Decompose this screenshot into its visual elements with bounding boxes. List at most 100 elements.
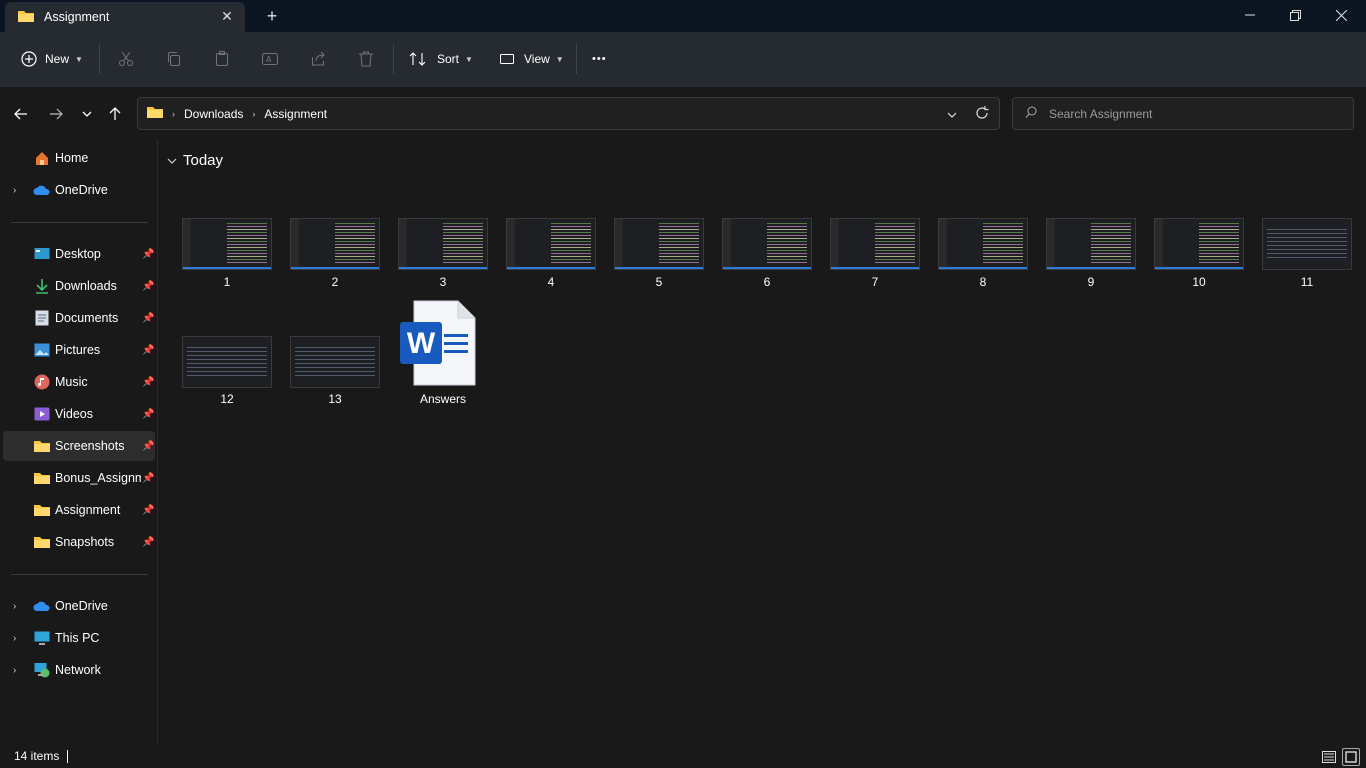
paste-button[interactable] bbox=[211, 45, 233, 73]
pin-icon[interactable]: 📌 bbox=[142, 377, 154, 388]
view-button[interactable]: View ▼ bbox=[496, 45, 564, 73]
clipboard-icon bbox=[211, 48, 233, 70]
file-item[interactable]: 11 bbox=[1257, 214, 1357, 324]
up-button[interactable] bbox=[104, 103, 126, 125]
network-icon bbox=[33, 661, 51, 679]
plus-circle-icon bbox=[18, 48, 40, 70]
sidebar-item-onedrive-bottom[interactable]: › OneDrive bbox=[3, 591, 155, 621]
file-item[interactable]: 5 bbox=[609, 214, 709, 324]
new-button[interactable]: New ▼ bbox=[18, 45, 83, 73]
new-label: New bbox=[45, 52, 70, 66]
sort-button[interactable]: Sort ▼ bbox=[407, 45, 473, 73]
folder-icon bbox=[33, 469, 51, 487]
refresh-icon[interactable] bbox=[975, 106, 989, 123]
chevron-right-icon[interactable]: › bbox=[13, 633, 16, 644]
download-icon bbox=[33, 277, 51, 295]
back-button[interactable] bbox=[10, 103, 32, 125]
tab-assignment[interactable]: Assignment ✕ bbox=[5, 2, 245, 32]
navigation-pane: Home › OneDrive Desktop 📌 Downloads 📌 Do… bbox=[0, 140, 158, 745]
new-tab-button[interactable]: + bbox=[262, 6, 282, 26]
picture-icon bbox=[33, 341, 51, 359]
sidebar-item-this-pc[interactable]: › This PC bbox=[3, 623, 155, 653]
file-item-answers[interactable]: W Answers bbox=[393, 298, 493, 408]
pin-icon[interactable]: 📌 bbox=[142, 249, 154, 260]
pin-icon[interactable]: 📌 bbox=[142, 473, 154, 484]
image-thumbnail bbox=[1262, 218, 1352, 270]
sidebar-item-network[interactable]: › Network bbox=[3, 655, 155, 685]
home-icon bbox=[33, 149, 51, 167]
sidebar-item-downloads[interactable]: Downloads 📌 bbox=[3, 271, 155, 301]
pin-icon[interactable]: 📌 bbox=[142, 281, 154, 292]
file-item[interactable]: 9 bbox=[1041, 214, 1141, 324]
file-item[interactable]: 10 bbox=[1149, 214, 1249, 324]
file-item[interactable]: 6 bbox=[717, 214, 817, 324]
recent-locations-button[interactable] bbox=[76, 103, 98, 125]
chevron-down-icon: ▼ bbox=[555, 54, 564, 64]
pin-icon[interactable]: 📌 bbox=[142, 313, 154, 324]
restore-button[interactable] bbox=[1272, 0, 1318, 30]
image-thumbnail bbox=[938, 218, 1028, 270]
sidebar-item-bonus-assignment[interactable]: Bonus_Assignment 📌 bbox=[3, 463, 155, 493]
file-name: 10 bbox=[1192, 275, 1206, 289]
sidebar-item-label: OneDrive bbox=[55, 183, 108, 197]
file-item[interactable]: 2 bbox=[285, 214, 385, 324]
sidebar-item-desktop[interactable]: Desktop 📌 bbox=[3, 239, 155, 269]
sidebar-item-home[interactable]: Home bbox=[3, 143, 155, 173]
file-item[interactable]: 13 bbox=[285, 332, 385, 442]
pin-icon[interactable]: 📌 bbox=[142, 409, 154, 420]
sidebar-item-documents[interactable]: Documents 📌 bbox=[3, 303, 155, 333]
group-header-today[interactable]: Today bbox=[167, 152, 223, 169]
large-icons-view-button[interactable] bbox=[1342, 748, 1360, 766]
chevron-right-icon[interactable]: › bbox=[13, 185, 16, 196]
chevron-down-icon: ▼ bbox=[465, 54, 473, 64]
address-bar[interactable]: › Downloads › Assignment bbox=[137, 97, 1000, 130]
sidebar-item-label: Screenshots bbox=[55, 439, 125, 453]
sidebar-item-screenshots[interactable]: Screenshots 📌 bbox=[3, 431, 155, 461]
close-window-button[interactable] bbox=[1318, 0, 1364, 30]
image-thumbnail bbox=[614, 218, 704, 270]
share-button[interactable] bbox=[307, 45, 329, 73]
pin-icon[interactable]: 📌 bbox=[142, 345, 154, 356]
file-item[interactable]: 1 bbox=[177, 214, 277, 324]
sidebar-item-music[interactable]: Music 📌 bbox=[3, 367, 155, 397]
sidebar-item-label: Snapshots bbox=[55, 535, 115, 549]
view-icon bbox=[496, 48, 518, 70]
file-name: 5 bbox=[655, 275, 663, 289]
chevron-right-icon[interactable]: › bbox=[13, 665, 16, 676]
copy-button[interactable] bbox=[163, 45, 185, 73]
search-icon bbox=[1025, 106, 1037, 121]
pin-icon[interactable]: 📌 bbox=[142, 537, 154, 548]
chevron-right-icon[interactable]: › bbox=[13, 601, 16, 612]
sidebar-item-snapshots[interactable]: Snapshots 📌 bbox=[3, 527, 155, 557]
file-item[interactable]: 4 bbox=[501, 214, 601, 324]
sidebar-item-assignment[interactable]: Assignment 📌 bbox=[3, 495, 155, 525]
sidebar-item-label: OneDrive bbox=[55, 599, 108, 613]
pin-icon[interactable]: 📌 bbox=[142, 505, 154, 516]
rename-button[interactable]: A bbox=[259, 45, 281, 73]
file-name: 12 bbox=[220, 392, 234, 406]
details-view-button[interactable] bbox=[1320, 748, 1338, 766]
image-thumbnail bbox=[722, 218, 812, 270]
file-item[interactable]: 8 bbox=[933, 214, 1033, 324]
address-history-icon[interactable] bbox=[947, 108, 957, 122]
sidebar-item-label: Videos bbox=[55, 407, 93, 421]
more-options-button[interactable]: ••• bbox=[592, 45, 607, 73]
close-tab-icon[interactable]: ✕ bbox=[219, 8, 235, 24]
forward-button[interactable] bbox=[45, 103, 67, 125]
folder-icon bbox=[146, 105, 164, 122]
sidebar-item-pictures[interactable]: Pictures 📌 bbox=[3, 335, 155, 365]
search-input[interactable]: Search Assignment bbox=[1012, 97, 1354, 130]
breadcrumb-assignment[interactable]: Assignment bbox=[264, 107, 327, 121]
sidebar-item-onedrive[interactable]: › OneDrive bbox=[3, 175, 155, 205]
sidebar-item-label: Documents bbox=[55, 311, 119, 325]
breadcrumb-downloads[interactable]: Downloads bbox=[184, 107, 243, 121]
file-item[interactable]: 12 bbox=[177, 332, 277, 442]
file-item[interactable]: 7 bbox=[825, 214, 925, 324]
sidebar-item-label: Home bbox=[55, 151, 89, 165]
minimize-button[interactable] bbox=[1227, 0, 1273, 30]
sidebar-item-videos[interactable]: Videos 📌 bbox=[3, 399, 155, 429]
pin-icon[interactable]: 📌 bbox=[142, 441, 154, 452]
cut-button[interactable] bbox=[115, 45, 137, 73]
sidebar-item-label: Desktop bbox=[55, 247, 101, 261]
delete-button[interactable] bbox=[355, 45, 377, 73]
